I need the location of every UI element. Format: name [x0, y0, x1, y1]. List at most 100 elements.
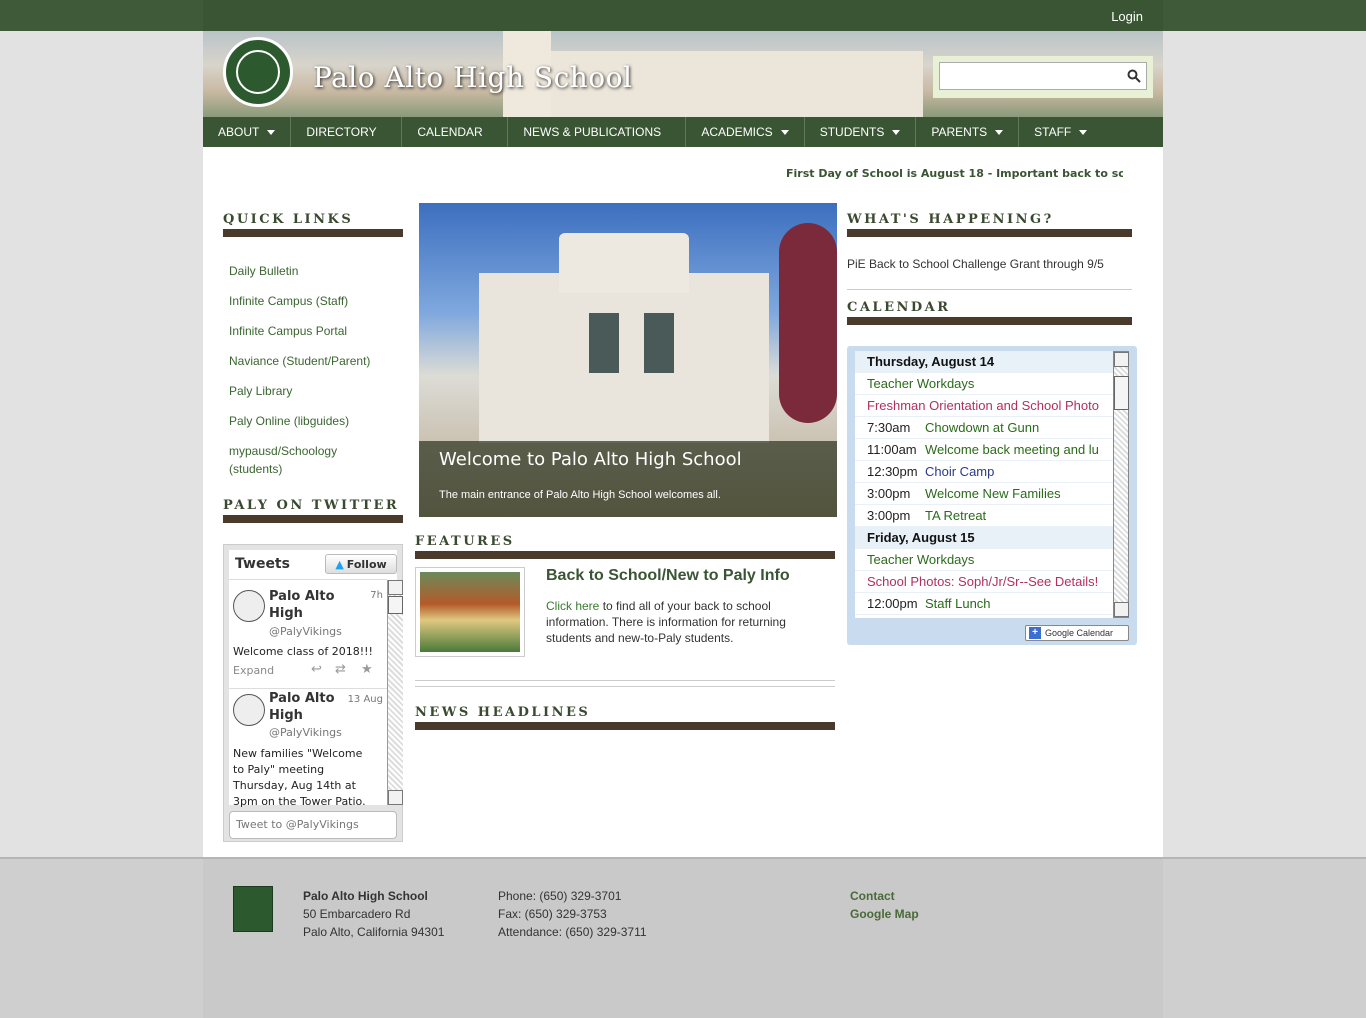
quick-link-infinite-campus-portal[interactable]: Infinite Campus Portal: [229, 322, 379, 340]
tweet-text: Welcome class of 2018!!!: [233, 645, 373, 658]
nav-news-publications[interactable]: NEWS & PUBLICATIONS: [508, 117, 687, 147]
quick-link-naviance[interactable]: Naviance (Student/Parent): [229, 352, 379, 370]
tweet-time[interactable]: 13 Aug: [348, 694, 383, 705]
school-logo[interactable]: [223, 37, 293, 107]
calendar-event[interactable]: School Photos: Soph/Jr/Sr--See Details!: [855, 571, 1113, 593]
announcement-ticker[interactable]: First Day of School is August 18 - Impor…: [786, 167, 1123, 180]
retweet-icon[interactable]: ⇄: [335, 662, 346, 677]
avatar[interactable]: [233, 590, 265, 622]
tweet[interactable]: Palo Alto High 13 Aug @PalyVikings New f…: [233, 691, 383, 808]
quick-link-infinite-campus-staff[interactable]: Infinite Campus (Staff): [229, 292, 379, 310]
avatar[interactable]: [233, 694, 265, 726]
scroll-up-icon[interactable]: [1114, 352, 1129, 367]
feature-title[interactable]: Back to School/New to Paly Info: [546, 567, 790, 585]
calendar-event[interactable]: 2:30pmChoir Camp: [855, 615, 1113, 618]
section-bar: [847, 229, 1132, 237]
event-title[interactable]: Chowdown at Gunn: [925, 420, 1039, 435]
footer-map-link[interactable]: Google Map: [850, 905, 919, 923]
event-time: 3:00pm: [867, 508, 911, 523]
tweet-author[interactable]: Palo Alto High: [269, 588, 349, 622]
tweet-expand-link[interactable]: Expand: [233, 664, 274, 677]
event-title[interactable]: Choir Camp: [925, 464, 994, 479]
login-link[interactable]: Login: [1111, 9, 1143, 24]
nav-staff[interactable]: STAFF: [1019, 117, 1102, 147]
whats-happening-item[interactable]: PiE Back to School Challenge Grant throu…: [847, 257, 1104, 271]
event-time: 3:00pm: [867, 486, 911, 501]
calendar-event[interactable]: 11:00am Welcome back meeting and lu: [855, 439, 1113, 461]
favorite-icon[interactable]: ★: [361, 662, 373, 677]
features-heading: FEATURES: [415, 534, 515, 549]
feature-image[interactable]: [415, 567, 525, 657]
event-time: 12:00pm: [867, 596, 918, 611]
twitter-widget: Tweets ▲ Follow Palo Alto High 7h @PalyVi…: [223, 544, 403, 842]
nav-about[interactable]: ABOUT: [203, 117, 292, 147]
search-box: [933, 56, 1153, 98]
calendar-scrollbar[interactable]: [1113, 351, 1129, 618]
reply-icon[interactable]: ↩: [311, 662, 322, 677]
event-title[interactable]: School Photos: Soph/Jr/Sr--See Details!: [867, 574, 1098, 589]
section-bar: [847, 317, 1132, 325]
scroll-thumb[interactable]: [1114, 376, 1129, 410]
site-title[interactable]: Palo Alto High School: [313, 61, 632, 94]
tweet-compose-box[interactable]: Tweet to @PalyVikings: [229, 811, 397, 839]
date-label: Friday, August 15: [867, 530, 975, 545]
footer-links: Contact Google Map: [850, 887, 919, 923]
quick-link-daily-bulletin[interactable]: Daily Bulletin: [229, 262, 379, 280]
nav-directory[interactable]: DIRECTORY: [291, 117, 403, 147]
quick-link-paly-library[interactable]: Paly Library: [229, 382, 379, 400]
tweet-handle[interactable]: @PalyVikings: [269, 625, 342, 638]
slide-building: [479, 273, 769, 443]
quick-link-schoology[interactable]: mypausd/Schoology (students): [229, 442, 359, 478]
calendar-event[interactable]: 12:30pm Choir Camp: [855, 461, 1113, 483]
tweet[interactable]: Palo Alto High 7h @PalyVikings Welcome c…: [233, 588, 383, 688]
calendar-event[interactable]: 7:30am Chowdown at Gunn: [855, 417, 1113, 439]
divider: [847, 289, 1132, 290]
top-bar-inner: Login: [203, 0, 1163, 31]
feature-text: Click here to find all of your back to s…: [546, 599, 786, 645]
section-bar: [223, 515, 403, 523]
slideshow[interactable]: Welcome to Palo Alto High School The mai…: [419, 203, 837, 517]
calendar-event[interactable]: Teacher Workdays: [855, 373, 1113, 395]
dropdown-arrow-icon: [780, 129, 789, 135]
event-title[interactable]: TA Retreat: [925, 508, 986, 523]
tweet-text: New families "Welcome to Paly" meeting T…: [233, 747, 366, 808]
tweet-handle[interactable]: @PalyVikings: [269, 726, 342, 739]
footer-address: Palo Alto High School 50 Embarcadero Rd …: [303, 887, 444, 941]
nav-parents[interactable]: PARENTS: [916, 117, 1020, 147]
search-icon[interactable]: [1127, 69, 1141, 83]
calendar-agenda[interactable]: Thursday, August 14 Teacher Workdays Fresh…: [855, 351, 1113, 618]
quick-link-paly-online[interactable]: Paly Online (libguides): [229, 412, 379, 430]
calendar-event[interactable]: Teacher Workdays: [855, 549, 1113, 571]
tweet-author[interactable]: Palo Alto High: [269, 690, 349, 724]
event-title[interactable]: Freshman Orientation and School Photo: [867, 398, 1099, 413]
event-time: 12:30pm: [867, 464, 918, 479]
nav-academics[interactable]: ACADEMICS: [686, 117, 805, 147]
top-bar: Login: [0, 0, 1366, 31]
google-calendar-button[interactable]: + Google Calendar: [1025, 625, 1129, 641]
scroll-down-icon[interactable]: [1114, 602, 1129, 617]
nav-students[interactable]: STUDENTS: [805, 117, 917, 147]
event-time: 2:30pm: [867, 615, 925, 618]
event-title[interactable]: Welcome back meeting and lu: [925, 442, 1099, 457]
scroll-down-icon[interactable]: [388, 790, 403, 805]
calendar-event[interactable]: 3:00pm TA Retreat: [855, 505, 1113, 527]
event-title[interactable]: Teacher Workdays: [867, 552, 974, 567]
nav-calendar[interactable]: CALENDAR: [402, 117, 509, 147]
dropdown-arrow-icon: [892, 129, 901, 135]
slide-window: [589, 313, 619, 373]
footer-contact-link[interactable]: Contact: [850, 887, 919, 905]
event-title[interactable]: Welcome New Families: [925, 486, 1061, 501]
scroll-thumb[interactable]: [388, 596, 403, 614]
calendar-event[interactable]: Freshman Orientation and School Photo: [855, 395, 1113, 417]
search-input[interactable]: [939, 62, 1147, 90]
plus-icon: +: [1029, 627, 1041, 639]
twitter-scrollbar[interactable]: [387, 580, 403, 805]
event-title[interactable]: Teacher Workdays: [867, 376, 974, 391]
feature-link[interactable]: Click here: [546, 599, 599, 613]
tweet-time[interactable]: 7h: [370, 590, 383, 601]
calendar-event[interactable]: 3:00pm Welcome New Families: [855, 483, 1113, 505]
twitter-follow-button[interactable]: ▲ Follow: [325, 554, 397, 574]
scroll-up-icon[interactable]: [388, 580, 403, 595]
calendar-event[interactable]: 12:00pm Staff Lunch: [855, 593, 1113, 615]
event-title[interactable]: Staff Lunch: [925, 596, 991, 611]
